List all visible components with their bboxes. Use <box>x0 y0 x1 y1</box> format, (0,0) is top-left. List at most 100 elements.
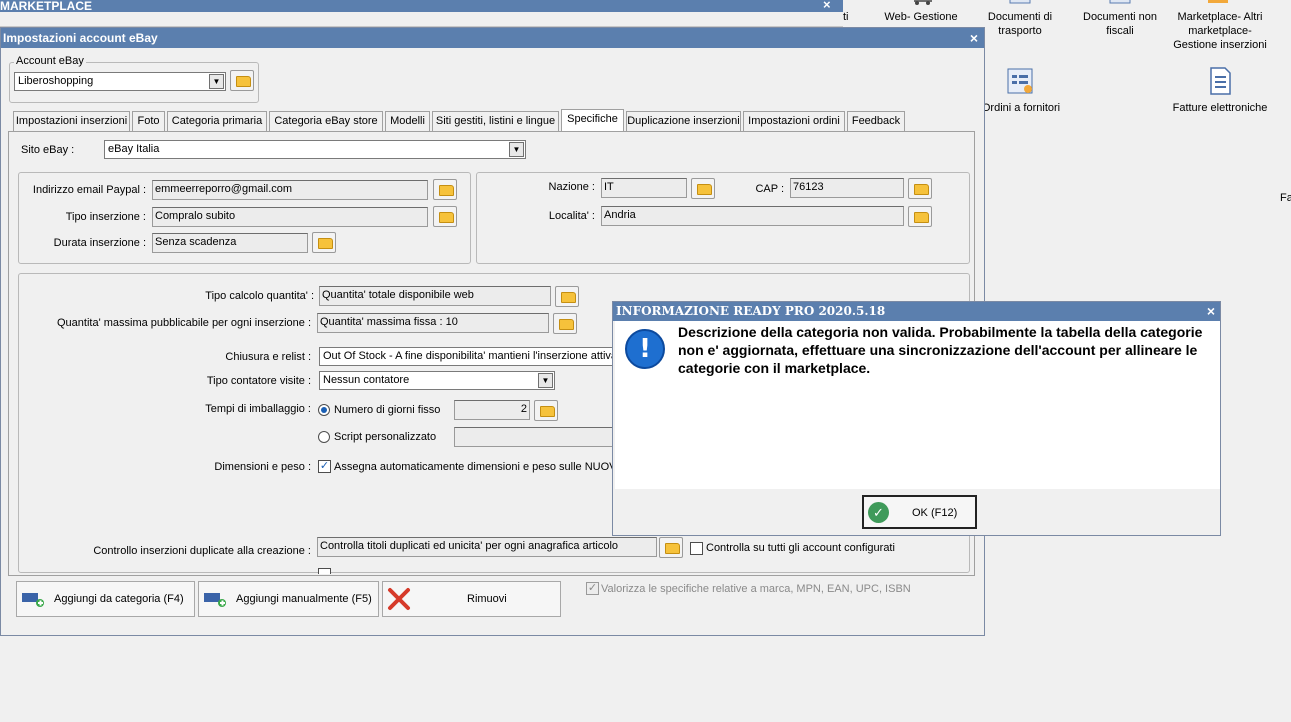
localita-folder-button[interactable] <box>908 206 932 227</box>
tab-duplicazione-inserzioni[interactable]: Duplicazione inserzioni <box>626 111 741 131</box>
valorizza-label: Valorizza le specifiche relative a marca… <box>601 583 911 595</box>
desktop-partial-label-right: Fa <box>1280 192 1291 204</box>
localita-field[interactable]: Andria <box>601 206 904 226</box>
chevron-down-icon[interactable]: ▼ <box>538 373 553 388</box>
chiusura-select[interactable]: Out Of Stock - A fine disponibilita' man… <box>319 347 619 366</box>
sito-select-value: eBay Italia <box>108 143 160 155</box>
tipo-calcolo-folder-button[interactable] <box>555 286 579 307</box>
controllo-field[interactable]: Controlla titoli duplicati ed unicita' p… <box>317 537 657 557</box>
tipo-inserzione-field[interactable]: Compralo subito <box>152 207 428 227</box>
window-title: Impostazioni account eBay <box>1 28 984 48</box>
valorizza-checkbox[interactable]: ✓ <box>586 582 599 595</box>
desktop-icon-label: Documenti non fiscali <box>1083 11 1157 37</box>
desktop-icon-documenti-non-fiscali[interactable]: Documenti non fiscali <box>1080 0 1160 45</box>
qta-massima-field[interactable]: Quantita' massima fissa : 10 <box>317 313 549 333</box>
account-select[interactable]: Liberoshopping ▼ <box>14 72 226 91</box>
tab-siti-gestiti[interactable]: Siti gestiti, listini e lingue <box>432 111 559 131</box>
controllo-tutti-checkbox[interactable] <box>690 542 703 555</box>
background-close-icon[interactable]: × <box>823 0 831 12</box>
info-icon: ! <box>625 329 665 369</box>
aggiungi-categoria-button[interactable]: Aggiungi da categoria (F4) <box>16 581 195 617</box>
rimuovi-label: Rimuovi <box>467 593 507 605</box>
desktop-icon-web-gestione[interactable]: Web- Gestione <box>876 0 966 30</box>
aggiungi-categoria-label: Aggiungi da categoria (F4) <box>54 593 184 605</box>
radio-giorni-label: Numero di giorni fisso <box>334 404 441 416</box>
nazione-label: Nazione : <box>548 181 595 193</box>
add-category-icon <box>22 593 44 607</box>
account-group-label: Account eBay <box>14 55 86 67</box>
document-icon <box>1109 0 1131 4</box>
nazione-field[interactable]: IT <box>601 178 687 198</box>
add-manual-icon <box>204 593 226 607</box>
controllo-folder-button[interactable] <box>659 537 683 558</box>
giorni-field[interactable]: 2 <box>454 400 530 420</box>
radio-script-personalizzato[interactable] <box>318 431 330 443</box>
window-close-icon[interactable]: × <box>970 28 978 48</box>
chevron-down-icon[interactable]: ▼ <box>209 74 224 89</box>
tipo-calcolo-field[interactable]: Quantita' totale disponibile web <box>319 286 551 306</box>
invoice-icon <box>1210 67 1231 95</box>
account-folder-button[interactable] <box>230 70 254 91</box>
durata-field[interactable]: Senza scadenza <box>152 233 308 253</box>
desktop-icon-documenti-trasporto[interactable]: Documenti di trasporto <box>980 0 1060 45</box>
desktop-icon-label: Marketplace- Altri marketplace- Gestione… <box>1173 11 1267 51</box>
durata-label: Durata inserzione : <box>53 237 146 249</box>
radio-script-label: Script personalizzato <box>334 431 437 443</box>
dialog-close-icon[interactable]: × <box>1207 302 1215 321</box>
ok-button[interactable]: ✓ OK (F12) <box>862 495 977 529</box>
tab-impostazioni-inserzioni[interactable]: Impostazioni inserzioni <box>13 111 130 131</box>
cap-label: CAP : <box>755 183 784 195</box>
desktop-icon-label: Web- Gestione <box>884 11 958 23</box>
sito-select[interactable]: eBay Italia ▼ <box>104 140 526 159</box>
email-field[interactable]: emmeerreporro@gmail.com <box>152 180 428 200</box>
giorni-folder-button[interactable] <box>534 400 558 421</box>
email-folder-button[interactable] <box>433 179 457 200</box>
tab-modelli[interactable]: Modelli <box>385 111 430 131</box>
tab-impostazioni-ordini[interactable]: Impostazioni ordini <box>743 111 845 131</box>
chevron-down-icon[interactable]: ▼ <box>509 142 524 157</box>
info-dialog: INFORMAZIONE READY PRO 2020.5.18 × ! Des… <box>612 301 1221 536</box>
radio-giorni-fisso[interactable] <box>318 404 330 416</box>
cap-field[interactable]: 76123 <box>790 178 904 198</box>
tipo-inserzione-label: Tipo inserzione : <box>65 211 146 223</box>
dialog-title: INFORMAZIONE READY PRO 2020.5.18 <box>613 302 1220 321</box>
tab-foto[interactable]: Foto <box>132 111 165 131</box>
hidden-option-checkbox[interactable] <box>318 568 331 574</box>
document-icon <box>1009 0 1031 4</box>
dimensioni-checkbox[interactable]: ✓ <box>318 460 331 473</box>
desktop-icon-fatture-elettroniche[interactable]: Fatture elettroniche <box>1170 66 1270 131</box>
ok-label: OK (F12) <box>912 507 958 519</box>
tipo-inserzione-folder-button[interactable] <box>433 206 457 227</box>
dimensioni-label: Dimensioni e peso : <box>214 461 311 473</box>
check-icon: ✓ <box>868 502 889 523</box>
tab-feedback[interactable]: Feedback <box>847 111 905 131</box>
script-field[interactable] <box>454 427 614 447</box>
desktop-icon-label: Ordini a fornitori <box>981 102 1061 114</box>
cap-folder-button[interactable] <box>908 178 932 199</box>
email-label: Indirizzo email Paypal : <box>32 184 146 196</box>
durata-folder-button[interactable] <box>312 232 336 253</box>
qta-massima-folder-button[interactable] <box>553 313 577 334</box>
tab-specifiche[interactable]: Specifiche <box>561 109 624 131</box>
orders-icon <box>1007 68 1033 94</box>
remove-icon <box>388 588 410 610</box>
localita-label: Localita' : <box>548 210 595 222</box>
nazione-folder-button[interactable] <box>691 178 715 199</box>
desktop-icon-ordini-fornitori[interactable]: Ordini a fornitori <box>980 66 1062 116</box>
aggiungi-manuale-button[interactable]: Aggiungi manualmente (F5) <box>198 581 379 617</box>
tipo-calcolo-label: Tipo calcolo quantita' : <box>205 290 314 302</box>
web-icon <box>914 0 932 5</box>
desktop-partial-label: ti <box>843 11 849 23</box>
marketplace-icon <box>1208 0 1228 3</box>
background-window-title: MARKETPLACE <box>0 0 843 12</box>
contatore-select[interactable]: Nessun contatore ▼ <box>319 371 555 390</box>
contatore-label: Tipo contatore visite : <box>206 375 311 387</box>
rimuovi-button[interactable]: Rimuovi <box>382 581 561 617</box>
desktop-icon-marketplace[interactable]: Marketplace- Altri marketplace- Gestione… <box>1170 0 1270 60</box>
chiusura-label: Chiusura e relist : <box>225 351 311 363</box>
tab-categoria-ebay-store[interactable]: Categoria eBay store <box>269 111 383 131</box>
qta-massima-label: Quantita' massima pubblicabile per ogni … <box>56 317 311 329</box>
tab-categoria-primaria[interactable]: Categoria primaria <box>167 111 267 131</box>
controllo-tutti-label: Controlla su tutti gli account configura… <box>706 542 895 554</box>
contatore-select-value: Nessun contatore <box>323 374 410 386</box>
